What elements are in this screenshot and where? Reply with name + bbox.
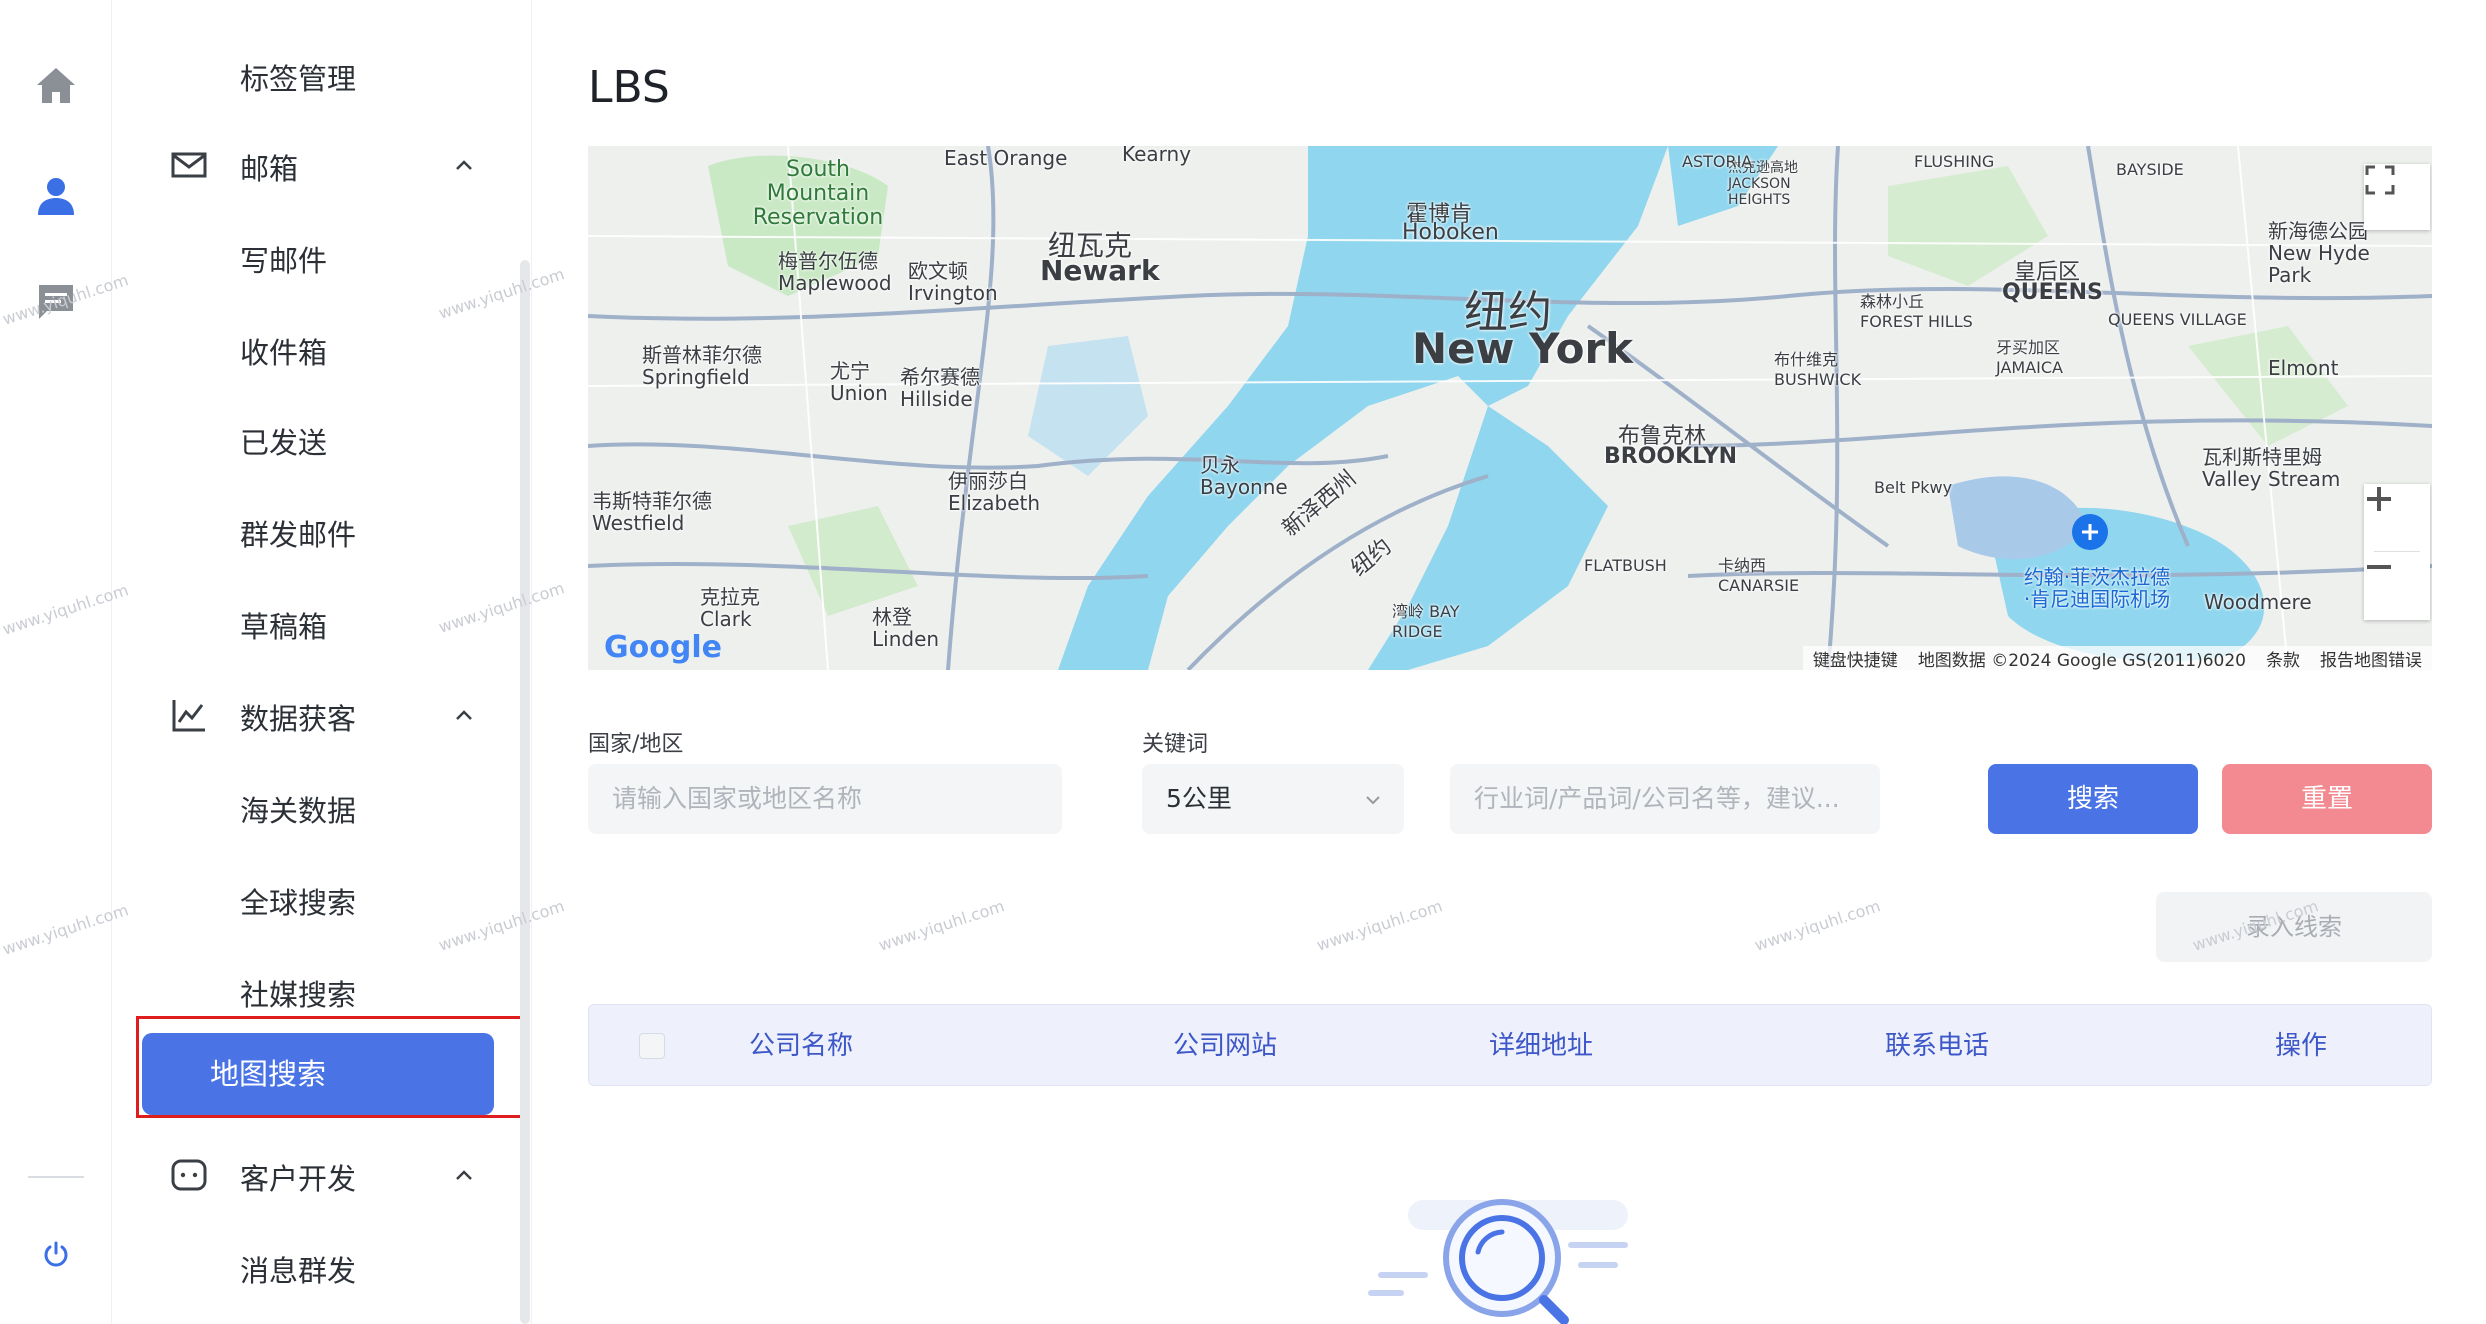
map-label: Belt Pkwy [1874, 478, 1953, 497]
map-label: 尤宁 Union [830, 359, 888, 405]
sidebar-item-mass-mail[interactable]: 群发邮件 [240, 512, 356, 554]
sidebar-item-compose[interactable]: 写邮件 [240, 238, 327, 280]
sidebar-item-map-search[interactable]: 地图搜索 [142, 1033, 494, 1115]
map-label: 卡纳西 CANARSIE [1718, 556, 1800, 595]
column-address[interactable]: 详细地址 [1489, 1005, 1593, 1087]
map-label: ASTORIA [1682, 152, 1753, 171]
chevron-up-icon[interactable] [452, 154, 476, 178]
sidebar-scrollbar[interactable] [520, 260, 530, 1324]
country-input[interactable]: 请输入国家或地区名称 [588, 764, 1062, 834]
sidebar-item-drafts[interactable]: 草稿箱 [240, 604, 327, 646]
home-icon[interactable] [28, 58, 84, 114]
chevron-up-icon[interactable] [452, 704, 476, 728]
search-button[interactable]: 搜索 [1988, 764, 2198, 834]
sidebar-group-customer-dev[interactable]: 客户开发 [240, 1156, 356, 1198]
country-label: 国家/地区 [588, 732, 684, 757]
map-label: Newark [1040, 254, 1160, 287]
icon-rail [0, 0, 112, 1324]
map-label: Woodmere [2204, 590, 2312, 614]
map-label: BAYSIDE [2116, 160, 2184, 179]
sidebar-item-inbox[interactable]: 收件箱 [240, 330, 327, 372]
column-company-website[interactable]: 公司网站 [1173, 1005, 1277, 1087]
page-title: LBS [588, 62, 670, 113]
sidebar-item-sent[interactable]: 已发送 [240, 420, 327, 462]
map-label: FLATBUSH [1584, 556, 1667, 575]
column-phone[interactable]: 联系电话 [1885, 1005, 1989, 1087]
map-label: Hoboken [1402, 220, 1499, 245]
radius-select[interactable]: 5公里 [1142, 764, 1404, 834]
zoom-in-icon[interactable] [2364, 484, 2430, 552]
map-label: 梅普尔伍德 Maplewood [778, 249, 892, 295]
zoom-control [2364, 484, 2430, 620]
chart-icon [172, 700, 205, 732]
map-label: 韦斯特菲尔德 Westfield [592, 489, 712, 535]
map-label: 牙买加区 JAMAICA [1996, 338, 2063, 377]
map-label: New York [1412, 324, 1634, 373]
user-icon[interactable] [28, 168, 84, 224]
sidebar-item-customs-data[interactable]: 海关数据 [240, 788, 356, 830]
map-label: QUEENS VILLAGE [2108, 310, 2247, 329]
map-label: BROOKLYN [1604, 444, 1738, 469]
map-label: 欧文顿 Irvington [908, 259, 998, 305]
map-label: 伊丽莎白 Elizabeth [948, 469, 1041, 515]
sidebar-item-global-search[interactable]: 全球搜索 [240, 880, 356, 922]
select-all-checkbox[interactable] [639, 1033, 665, 1059]
map-label: 林登 Linden [872, 605, 940, 651]
map-label: Elmont [2268, 356, 2339, 380]
radius-value: 5公里 [1166, 784, 1232, 813]
power-icon[interactable] [28, 1226, 84, 1282]
map-label: 斯普林菲尔德 Springfield [642, 343, 762, 389]
map-label: 贝永 Bayonne [1200, 453, 1288, 499]
map-label: 克拉克 Clark [700, 585, 760, 631]
map-label: East Orange [944, 146, 1068, 170]
keyword-label: 关键词 [1142, 732, 1209, 757]
main-content: LBS South Mountain Reservation East Oran… [532, 0, 2486, 1324]
map-footer: 键盘快捷键 地图数据 ©2024 Google GS(2011)6020 条款 … [1802, 646, 2432, 671]
sidebar-item-message-broadcast[interactable]: 消息群发 [240, 1248, 356, 1290]
chat-bot-icon [171, 1159, 207, 1191]
map-label: 森林小丘 FOREST HILLS [1860, 292, 1973, 331]
map-label: FLUSHING [1914, 152, 1995, 171]
rail-divider [28, 1176, 84, 1178]
map-label: South Mountain Reservation [752, 157, 884, 230]
map-label: 瓦利斯特里姆 Valley Stream [2202, 445, 2341, 491]
map-label: 希尔赛德 Hillside [900, 365, 980, 411]
reset-button[interactable]: 重置 [2222, 764, 2432, 834]
map-data-credit: 地图数据 ©2024 Google GS(2011)6020 [1917, 650, 2246, 671]
map-label: Kearny [1122, 146, 1192, 166]
sidebar-group-mailbox[interactable]: 邮箱 [240, 146, 298, 188]
keyword-input[interactable]: 行业词/产品词/公司名等，建议... [1450, 764, 1880, 834]
chevron-down-icon [1366, 796, 1380, 805]
map-label: 新海德公园 New Hyde Park [2268, 219, 2370, 287]
sidebar: 标签管理 邮箱 写邮件 收件箱 已发送 群发邮件 草稿箱 数据获客 海关数据 全… [112, 0, 532, 1324]
sidebar-group-data-acquisition[interactable]: 数据获客 [240, 696, 356, 738]
empty-search-illustration-icon [1368, 1199, 1628, 1324]
map-label: 湾岭 BAY RIDGE [1392, 602, 1460, 641]
sidebar-item-tag-management[interactable]: 标签管理 [240, 56, 356, 98]
map-label: 约翰·菲茨杰拉德·肯尼迪国际机场 [2023, 565, 2171, 611]
map-label: 布什维克 BUSHWICK [1774, 350, 1862, 389]
chevron-up-icon[interactable] [452, 1164, 476, 1188]
results-table-header: 公司名称 公司网站 详细地址 联系电话 操作 [588, 1004, 2432, 1086]
terms-link[interactable]: 条款 [2266, 646, 2300, 671]
column-actions[interactable]: 操作 [2275, 1005, 2327, 1087]
report-error-link[interactable]: 报告地图错误 [2320, 646, 2422, 671]
column-company-name[interactable]: 公司名称 [749, 1005, 853, 1087]
mail-icon [171, 152, 207, 178]
map-view[interactable]: South Mountain Reservation East Orange K… [588, 146, 2432, 670]
zoom-out-icon[interactable] [2364, 552, 2430, 620]
map-label: QUEENS [2002, 280, 2103, 305]
sidebar-item-social-search[interactable]: 社媒搜索 [240, 972, 356, 1014]
fullscreen-icon[interactable] [2364, 164, 2430, 230]
google-logo: Google [604, 630, 722, 665]
keyboard-shortcuts-link[interactable]: 键盘快捷键 [1813, 646, 1898, 671]
